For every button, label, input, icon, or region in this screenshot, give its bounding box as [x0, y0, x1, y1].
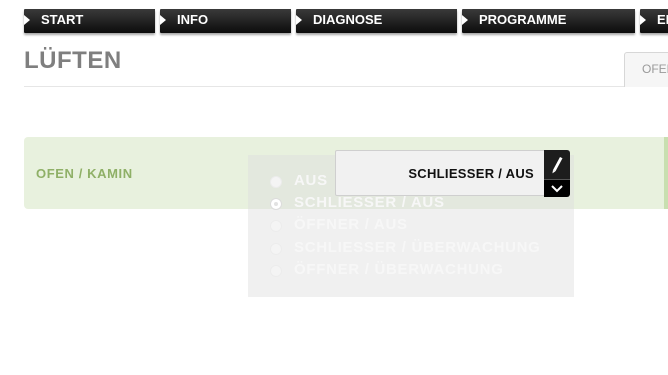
page-title: LÜFTEN	[24, 47, 122, 74]
nav-item-info[interactable]: INFO	[160, 9, 291, 33]
chevron-down-icon	[551, 185, 563, 193]
option-label: ÖFFNER / ÜBERWACHUNG	[294, 261, 504, 278]
play-arrow-icon	[296, 15, 302, 25]
option-label: SCHLIESSER / AUS	[294, 194, 445, 211]
play-arrow-icon	[24, 15, 30, 25]
tab-ofen[interactable]: OFEN	[624, 52, 668, 87]
option-label: ÖFFNER / AUS	[294, 216, 408, 233]
option-oeffner-ueberwachung[interactable]: ÖFFNER / ÜBERWACHUNG	[270, 261, 570, 279]
radio-icon[interactable]	[270, 220, 282, 232]
nav-item-label: DIAGNOSE	[313, 12, 383, 27]
option-label: AUS	[294, 172, 328, 189]
nav-item-label: EI	[657, 12, 668, 27]
nav-item-label: PROGRAMME	[479, 12, 567, 27]
play-arrow-icon	[640, 15, 646, 25]
nav-item-label: START	[41, 12, 84, 27]
select-value: SCHLIESSER / AUS	[408, 166, 534, 181]
nav-item-label: INFO	[177, 12, 209, 27]
row-accent	[664, 137, 668, 209]
play-arrow-icon	[462, 15, 468, 25]
setting-label: OFEN / KAMIN	[36, 166, 133, 181]
radio-icon[interactable]	[270, 176, 282, 188]
nav-item-start[interactable]: START	[24, 9, 155, 33]
radio-icon[interactable]	[270, 265, 282, 277]
option-oeffner-aus[interactable]: ÖFFNER / AUS	[270, 216, 570, 234]
radio-selected-icon[interactable]	[270, 198, 282, 210]
nav-item-diagnose[interactable]: DIAGNOSE	[296, 9, 457, 33]
nav-item-programme[interactable]: PROGRAMME	[462, 9, 635, 33]
radio-icon[interactable]	[270, 243, 282, 255]
pencil-icon	[552, 157, 563, 174]
nav-item-more[interactable]: EI	[640, 9, 668, 33]
mode-select[interactable]: SCHLIESSER / AUS	[335, 150, 570, 197]
play-arrow-icon	[160, 15, 166, 25]
option-schliesser-ueberwachung[interactable]: SCHLIESSER / ÜBERWACHUNG	[270, 239, 570, 257]
title-divider	[24, 86, 624, 87]
option-schliesser-aus[interactable]: SCHLIESSER / AUS	[270, 194, 570, 212]
option-label: SCHLIESSER / ÜBERWACHUNG	[294, 239, 541, 256]
edit-button[interactable]	[544, 150, 570, 179]
dropdown-toggle-button[interactable]	[544, 179, 570, 197]
top-navigation: START INFO DIAGNOSE PROGRAMME EI	[0, 0, 668, 40]
